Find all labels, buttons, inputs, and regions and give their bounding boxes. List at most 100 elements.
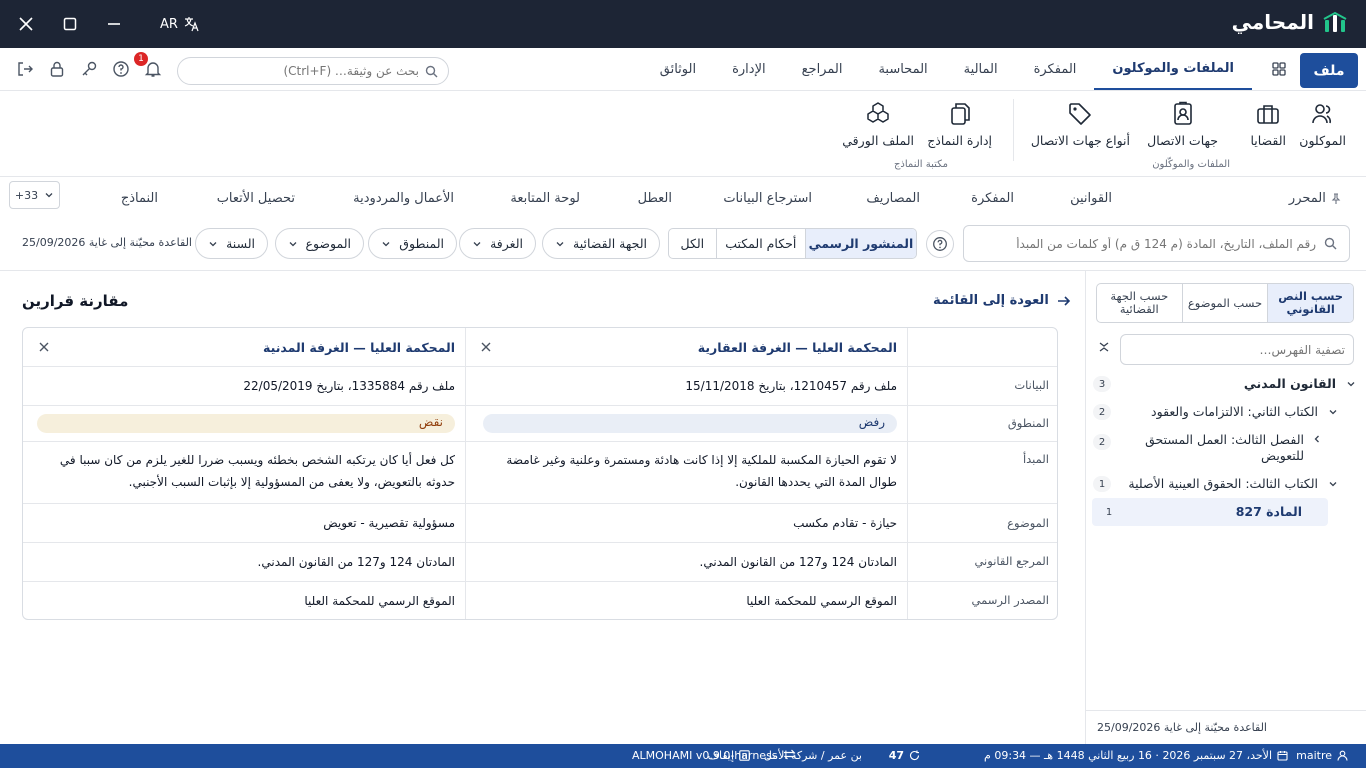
tab-references[interactable]: المراجع: [784, 48, 861, 90]
close-window-button[interactable]: [14, 12, 38, 36]
cell-subject-1: حيازة - تقادم مكسب: [793, 516, 897, 530]
close-icon: [39, 342, 49, 352]
key-icon[interactable]: [80, 60, 98, 78]
ribbon-contacts-button[interactable]: جهات الاتصال: [1147, 101, 1218, 148]
source-segmented-control: المنشور الرسمي أحكام المكتب الكل: [668, 228, 917, 259]
tab-data-recovery[interactable]: استرجاع البيانات: [723, 191, 812, 206]
tab-dashboard[interactable]: لوحة المتابعة: [510, 191, 580, 206]
column-title-real-estate: المحكمة العليا — الغرفة العقارية: [697, 340, 897, 355]
index-by-subject[interactable]: حسب الموضوع: [1181, 284, 1268, 322]
back-to-list-link[interactable]: العودة إلى القائمة: [933, 293, 1071, 308]
document-search[interactable]: [177, 57, 449, 85]
notifications-bell[interactable]: 1: [134, 52, 162, 78]
cell-data-2: ملف رقم 1335884، بتاريخ 22/05/2019: [243, 379, 455, 393]
segment-office-rulings[interactable]: أحكام المكتب: [715, 229, 805, 258]
tree-node-label: المادة 827: [1235, 504, 1302, 519]
column-title-civil: المحكمة العليا — الغرفة المدنية: [263, 340, 455, 355]
chevron-down-icon: [1346, 379, 1356, 389]
index-filter[interactable]: [1120, 334, 1354, 365]
ribbon-cases-button[interactable]: القضايا: [1250, 101, 1286, 148]
tree-node-count: 2: [1093, 404, 1111, 420]
tree-node-article-827[interactable]: المادة 827 1: [1092, 498, 1328, 526]
sync-icon[interactable]: [783, 749, 796, 760]
jurisprudence-search-input[interactable]: [976, 236, 1316, 251]
ribbon-clients-button[interactable]: الموكلون: [1299, 101, 1346, 148]
tab-documents[interactable]: الوثائق: [642, 48, 714, 90]
module-tabs: المحرر القوانين المفكرة المصاريف استرجاع…: [0, 178, 1366, 220]
tab-holidays[interactable]: العطل: [638, 191, 672, 206]
tab-finance[interactable]: المالية: [946, 48, 1016, 90]
status-user[interactable]: maitre: [1296, 749, 1348, 762]
tab-files-clients[interactable]: الملفات والموكلون: [1094, 48, 1252, 90]
index-footer: القاعدة محيّنة إلى غاية 25/09/2026: [1085, 710, 1366, 744]
row-legal-reference: المرجع القانوني المادتان 124 و127 من الق…: [23, 543, 1057, 582]
tab-administration[interactable]: الإدارة: [714, 48, 784, 90]
tab-business-yield[interactable]: الأعمال والمردودية: [353, 191, 454, 206]
tree-node-count: 1: [1093, 476, 1111, 492]
dropdown-ruling[interactable]: المنطوق: [368, 228, 457, 259]
help-icon[interactable]: [112, 60, 130, 78]
copy-documents-icon: [950, 103, 970, 125]
collapse-all-icon[interactable]: [1098, 341, 1110, 353]
arrow-right-icon: [1057, 295, 1070, 306]
file-menu-button[interactable]: ملف: [1300, 53, 1358, 88]
ruling-badge-text: رفض: [858, 415, 885, 429]
ribbon-clients-label: الموكلون: [1299, 133, 1346, 148]
dropdown-chamber[interactable]: الغرفة: [459, 228, 536, 259]
ribbon-group-files-label: الملفات والموكّلون: [1152, 159, 1230, 170]
ribbon-contact-types-label: أنواع جهات الاتصال: [1030, 133, 1130, 148]
logout-icon[interactable]: [16, 60, 34, 78]
index-by-legal-text[interactable]: حسب النص القانوني: [1267, 284, 1353, 322]
chevron-down-icon: [289, 241, 296, 246]
help-icon: [933, 237, 947, 251]
chevron-left-icon: [1312, 434, 1322, 444]
segment-all[interactable]: الكل: [669, 229, 716, 258]
tree-node-label-line2: للتعويض: [1261, 448, 1304, 463]
maximize-button[interactable]: [58, 12, 82, 36]
tree-node-book-three[interactable]: الكتاب الثالث: الحقوق العينية الأصلية 1: [1085, 470, 1366, 498]
jurisprudence-search[interactable]: [963, 225, 1350, 262]
document-search-input[interactable]: [188, 64, 419, 78]
segment-official[interactable]: المنشور الرسمي: [804, 229, 916, 258]
window-controls: AR: [14, 12, 200, 36]
index-by-jurisdiction[interactable]: حسب الجهة القضائية: [1097, 284, 1182, 322]
search-help-button[interactable]: [926, 230, 954, 258]
search-icon: [425, 65, 438, 77]
tree-node-chapter-three[interactable]: الفصل الثالث: العمل المستحق للتعويض 2: [1085, 428, 1366, 468]
tab-agenda-2[interactable]: المفكرة: [971, 191, 1014, 206]
remove-column-2-button[interactable]: [39, 342, 49, 352]
tree-node-book-two[interactable]: الكتاب الثاني: الالتزامات والعقود 2: [1085, 398, 1366, 426]
lock-icon[interactable]: [48, 60, 66, 78]
calendar-icon: [1277, 751, 1288, 761]
minimize-button[interactable]: [102, 12, 126, 36]
status-tasks[interactable]: 47: [889, 749, 920, 762]
ribbon-paper-file-button[interactable]: الملف الورقي: [842, 101, 914, 148]
apps-grid-icon[interactable]: [1272, 62, 1286, 76]
language-switch[interactable]: AR: [160, 16, 200, 32]
tab-agenda[interactable]: المفكرة: [1016, 48, 1095, 90]
cell-data-1: ملف رقم 1210457، بتاريخ 15/11/2018: [685, 379, 897, 393]
tree-node-civil-code[interactable]: القانون المدني 3: [1085, 370, 1366, 398]
tab-laws[interactable]: القوانين: [1070, 191, 1112, 206]
chevron-down-icon: [209, 241, 217, 246]
cell-source-2: الموقع الرسمي للمحكمة العليا: [304, 594, 455, 608]
tab-expenses[interactable]: المصاريف: [866, 191, 920, 206]
tab-accounting[interactable]: المحاسبة: [860, 48, 945, 90]
ribbon-contacts-label: جهات الاتصال: [1147, 133, 1218, 148]
row-label: المبدأ: [1022, 452, 1049, 466]
tab-fee-collection[interactable]: تحصيل الأتعاب: [217, 191, 295, 206]
index-filter-input[interactable]: [1129, 342, 1345, 357]
dropdown-subject[interactable]: الموضوع: [274, 228, 364, 259]
more-tabs-button[interactable]: +33: [9, 181, 60, 209]
ribbon-contact-types-button[interactable]: أنواع جهات الاتصال: [1031, 101, 1130, 148]
tab-templates[interactable]: النماذج: [121, 191, 158, 206]
remove-column-1-button[interactable]: [481, 342, 491, 352]
jurisprudence-filters: المنشور الرسمي أحكام المكتب الكل الجهة ا…: [0, 220, 1366, 271]
ribbon-templates-button[interactable]: إدارة النماذج: [927, 101, 992, 148]
maximize-icon: [63, 17, 77, 31]
row-official-source: المصدر الرسمي الموقع الرسمي للمحكمة العل…: [23, 582, 1057, 619]
tab-editor[interactable]: المحرر: [1289, 191, 1342, 206]
dropdown-year[interactable]: السنة: [195, 228, 268, 259]
dropdown-jurisdiction[interactable]: الجهة القضائية: [542, 228, 660, 259]
index-mode-tabs: حسب النص القانوني حسب الموضوع حسب الجهة …: [1096, 283, 1354, 323]
